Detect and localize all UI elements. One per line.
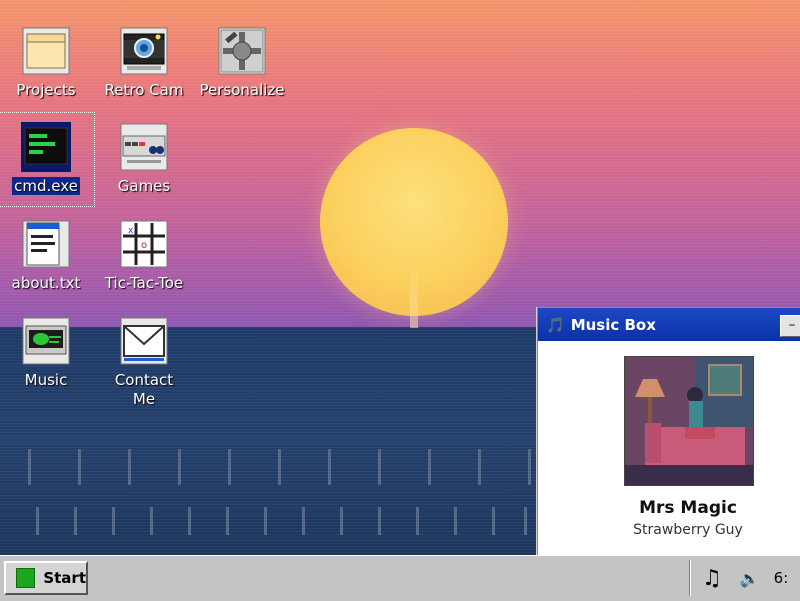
- desktop-icon-label: Projects: [16, 81, 76, 99]
- desktop-icon-projects[interactable]: Projects: [0, 26, 94, 100]
- settings-icon: [217, 26, 267, 76]
- svg-text:o: o: [141, 240, 147, 251]
- clock: 6:: [773, 569, 789, 587]
- taskbar: Start ♫ 🔈 6:: [0, 555, 800, 601]
- start-label: Start: [43, 569, 86, 587]
- game-console-icon: [119, 122, 169, 172]
- desktop-icon-label: about.txt: [11, 274, 81, 292]
- desktop-icon-label: cmd.exe: [12, 177, 80, 195]
- desktop-icon-games[interactable]: Games: [96, 122, 192, 196]
- song-title: Mrs Magic: [639, 498, 737, 518]
- volume-icon[interactable]: 🔈: [740, 569, 760, 588]
- window-title: Music Box: [570, 315, 656, 334]
- minimize-button[interactable]: –: [780, 315, 800, 337]
- desktop-icon-retro-cam[interactable]: Retro Cam: [96, 26, 192, 100]
- desktop-icon-label: Personalize: [199, 81, 285, 99]
- desktop-icon-music[interactable]: Music: [0, 316, 94, 390]
- start-logo-icon: [16, 568, 36, 588]
- desktop-icon-label: Music: [24, 371, 68, 389]
- music-tray-icon[interactable]: ♫: [702, 566, 722, 591]
- system-tray: ♫ 🔈 6:: [689, 560, 800, 596]
- music-player-icon: [21, 316, 71, 366]
- album-cover-art: [624, 356, 754, 486]
- sun-reflection: [410, 260, 418, 328]
- desktop-icon-personalize[interactable]: Personalize: [194, 26, 290, 100]
- desktop-icon-cmd[interactable]: cmd.exe: [0, 112, 95, 207]
- desktop-icon-about[interactable]: about.txt: [0, 219, 94, 293]
- terminal-icon: [21, 122, 71, 172]
- artist-name: Strawberry Guy: [633, 522, 743, 538]
- camera-icon: [119, 26, 169, 76]
- window-titlebar[interactable]: 🎵 Music Box: [538, 308, 800, 341]
- desktop-icon-label: Games: [117, 177, 171, 195]
- music-note-icon: 🎵: [546, 315, 565, 334]
- start-button[interactable]: Start: [4, 561, 88, 595]
- desktop-icon-contact[interactable]: Contact Me: [96, 316, 192, 409]
- desktop-icon-label: Retro Cam: [104, 81, 184, 99]
- svg-text:x: x: [128, 226, 134, 236]
- text-file-icon: [21, 219, 71, 269]
- tic-tac-toe-icon: x o: [119, 219, 169, 269]
- desktop-icon-label: Contact Me: [114, 371, 174, 408]
- folder-icon: [21, 26, 71, 76]
- desktop-icon-tic-tac-toe[interactable]: x o Tic-Tac-Toe: [96, 219, 192, 293]
- music-box-window[interactable]: 🎵 Music Box – Mrs Magic Strawberry Guy: [537, 307, 800, 557]
- envelope-icon: [119, 316, 169, 366]
- desktop-icon-label: Tic-Tac-Toe: [104, 274, 184, 292]
